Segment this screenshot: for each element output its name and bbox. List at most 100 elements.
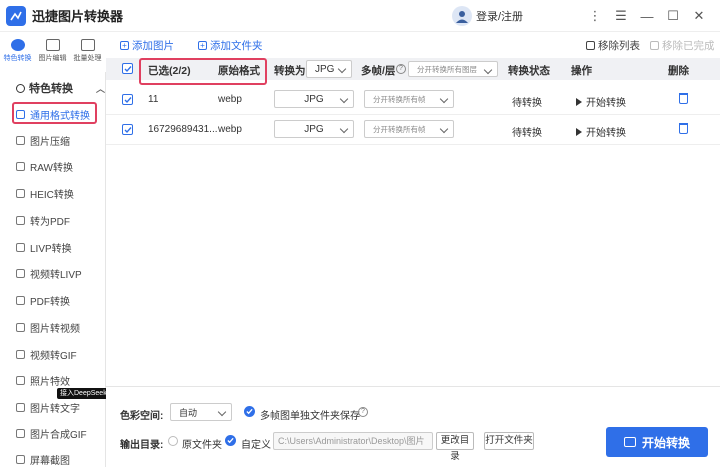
app-title: 迅捷图片转换器 xyxy=(32,9,124,24)
sidebar-item-pdf-convert[interactable]: PDF转换 xyxy=(16,290,70,310)
start-convert-button[interactable]: 开始转换 xyxy=(576,94,626,109)
nav-label: 批量处理 xyxy=(73,55,102,62)
select-value: JPG xyxy=(304,123,324,135)
menu-lines-icon[interactable]: ☰ xyxy=(608,8,634,24)
col-status: 转换状态 xyxy=(508,65,550,77)
sidebar-item-screenshot[interactable]: 屏幕截图 xyxy=(16,449,70,467)
sidebar-item-raw[interactable]: RAW转换 xyxy=(16,156,73,176)
user-login[interactable]: 登录/注册 xyxy=(452,6,523,26)
sidebar-item-compress[interactable]: 图片压缩 xyxy=(16,130,70,150)
chevron-down-icon xyxy=(439,94,449,104)
open-folder-button[interactable]: 打开文件夹 xyxy=(484,432,534,450)
remove-list-label: 移除列表 xyxy=(598,40,640,52)
original-folder-radio[interactable] xyxy=(168,436,178,446)
toolbar: + 添加图片 + 添加文件夹 移除列表 移除已完成 xyxy=(106,32,720,56)
change-dir-button[interactable]: 更改目录 xyxy=(436,432,474,462)
start-convert-button[interactable]: 开始转换 xyxy=(576,124,626,139)
col-convert-to: 转换为 xyxy=(274,65,306,77)
convert-icon xyxy=(623,437,636,447)
ocr-icon xyxy=(16,402,25,412)
add-folder-button[interactable]: + 添加文件夹 xyxy=(198,38,263,53)
sidebar-item-label: 照片特效 xyxy=(30,376,70,388)
help-icon[interactable]: ? xyxy=(358,407,368,417)
delete-icon[interactable] xyxy=(679,93,688,104)
sidebar-item-label: 图片转视频 xyxy=(30,323,80,335)
output-path-field[interactable]: C:\Users\Administrator\Desktop\图片 xyxy=(273,432,433,450)
status-text: 待转换 xyxy=(512,98,542,109)
nav-top: 特色转换 图片编辑 批量处理 xyxy=(0,32,106,70)
color-space-label: 色彩空间: xyxy=(120,411,164,422)
row-target-select[interactable]: JPG xyxy=(274,120,354,138)
select-value: 分开转换所有帧 xyxy=(373,94,426,104)
nav-image-edit[interactable]: 图片编辑 xyxy=(35,32,70,70)
sidebar-item-ocr[interactable]: 图片转文字 xyxy=(16,397,80,417)
custom-folder-radio[interactable] xyxy=(225,435,236,446)
col-multiframe: 多帧/层 xyxy=(361,65,396,77)
trash-icon xyxy=(650,41,659,50)
row-frames-select[interactable]: 分开转换所有帧 xyxy=(364,90,454,108)
action-label: 开始转换 xyxy=(586,128,626,139)
action-label: 开始转换 xyxy=(586,98,626,109)
row-checkbox[interactable] xyxy=(122,124,133,135)
sidebar-item-video-gif[interactable]: 视频转GIF xyxy=(16,344,77,364)
image-video-icon xyxy=(16,322,25,332)
chevron-down-icon xyxy=(439,124,449,134)
nav-label: 图片编辑 xyxy=(38,55,67,62)
sidebar-item-heic[interactable]: HEIC转换 xyxy=(16,183,74,203)
col-action: 操作 xyxy=(571,65,592,77)
sidebar-item-effect[interactable]: 照片特效 xyxy=(16,370,70,390)
remove-done-button[interactable]: 移除已完成 xyxy=(650,38,715,53)
image-edit-icon xyxy=(45,39,60,51)
row-target-select[interactable]: JPG xyxy=(274,90,354,108)
file-name: 16729689431... xyxy=(148,124,218,135)
select-value: 分开转换所有图层 xyxy=(417,64,477,74)
color-space-select[interactable]: 自动 xyxy=(170,403,232,421)
section-label: 特色转换 xyxy=(29,83,73,95)
play-icon xyxy=(576,97,582,106)
row-checkbox[interactable] xyxy=(122,94,133,105)
multiframe-all-select[interactable]: 分开转换所有图层 xyxy=(408,61,498,77)
convert-to-all-select[interactable]: JPG xyxy=(306,60,352,78)
table-row[interactable]: 11 webp JPG 分开转换所有帧 待转换 开始转换 xyxy=(106,85,720,115)
select-value: 自动 xyxy=(179,407,198,418)
sidebar-item-label: 转为PDF xyxy=(30,216,70,228)
footer-panel: 色彩空间: 自动 多帧图单独文件夹保存 ? 输出目录: 原文件夹 自定义 C:\… xyxy=(106,386,720,467)
sidebar-item-livp[interactable]: LIVP转换 xyxy=(16,237,72,257)
nav-feature-convert[interactable]: 特色转换 xyxy=(0,32,35,70)
remove-list-button[interactable]: 移除列表 xyxy=(586,38,640,53)
chevron-down-icon xyxy=(337,64,347,74)
sidebar-item-video-livp[interactable]: 视频转LIVP xyxy=(16,263,82,283)
screenshot-icon xyxy=(16,454,25,464)
start-convert-all-button[interactable]: 开始转换 xyxy=(606,427,708,457)
sidebar-item-label: HEIC转换 xyxy=(30,189,74,201)
sidebar-item-to-pdf[interactable]: 转为PDF xyxy=(16,210,70,230)
sidebar-item-label: 视频转LIVP xyxy=(30,269,82,281)
multiframe-folder-checkbox[interactable] xyxy=(244,406,255,417)
add-image-label: 添加图片 xyxy=(132,40,174,52)
row-frames-select[interactable]: 分开转换所有帧 xyxy=(364,120,454,138)
select-all-checkbox[interactable] xyxy=(122,63,133,74)
add-image-button[interactable]: + 添加图片 xyxy=(120,38,174,53)
nav-label: 特色转换 xyxy=(3,55,32,62)
sidebar-item-image-video[interactable]: 图片转视频 xyxy=(16,317,80,337)
sidebar-section-header[interactable]: 特色转换 ︿ xyxy=(16,80,105,96)
nav-batch[interactable]: 批量处理 xyxy=(70,32,105,70)
menu-icon[interactable]: ⋮ xyxy=(582,8,608,24)
sidebar-item-gif-compose[interactable]: 图片合成GIF xyxy=(16,423,87,443)
original-folder-label: 原文件夹 xyxy=(182,440,222,451)
chevron-up-icon: ︿ xyxy=(96,83,106,94)
remove-done-label: 移除已完成 xyxy=(662,40,715,52)
gif-compose-icon xyxy=(16,428,25,438)
minimize-icon[interactable]: — xyxy=(634,9,660,24)
maximize-icon[interactable]: ☐ xyxy=(660,8,686,24)
help-icon[interactable]: ? xyxy=(396,64,406,74)
login-link[interactable]: 登录/注册 xyxy=(476,8,523,24)
table-row[interactable]: 16729689431... webp JPG 分开转换所有帧 待转换 开始转换 xyxy=(106,115,720,145)
sidebar-item-label: PDF转换 xyxy=(30,296,70,308)
sidebar-item-label: LIVP转换 xyxy=(30,243,72,255)
select-value: 分开转换所有帧 xyxy=(373,124,426,134)
close-icon[interactable]: ✕ xyxy=(686,8,712,24)
play-icon xyxy=(576,127,582,136)
effect-icon xyxy=(16,375,25,385)
delete-icon[interactable] xyxy=(679,123,688,134)
